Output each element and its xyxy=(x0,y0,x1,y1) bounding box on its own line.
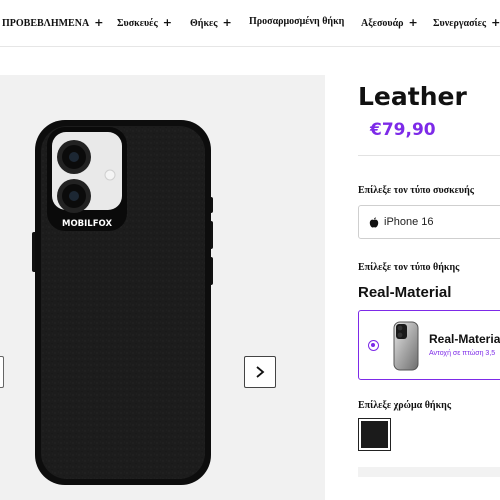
case-type-label: Επίλεξε τον τύπο θήκης xyxy=(358,262,460,273)
nav-item-label: Συσκευές xyxy=(117,18,158,29)
nav-item-accessories[interactable]: Αξεσουάρ + xyxy=(361,16,418,29)
nav-item-collaborations[interactable]: Συνεργασίες + xyxy=(433,16,500,29)
divider xyxy=(358,155,500,156)
gallery-next-button[interactable] xyxy=(244,356,276,388)
color-label: Επίλεξε χρώμα θήκης xyxy=(358,400,452,411)
nav-item-devices[interactable]: Συσκευές + xyxy=(117,16,172,29)
chevron-right-icon xyxy=(256,366,265,378)
top-navigation: ΠΡΟΒΕΒΛΗΜΕΝΑ + Συσκευές + Θήκες + Προσαρμοσ… xyxy=(0,0,500,47)
nav-item-label: Προσαρμοσμένη θήκη xyxy=(249,16,345,27)
plus-icon[interactable]: + xyxy=(223,16,232,29)
nav-item-cases[interactable]: Θήκες + xyxy=(190,16,232,29)
device-select[interactable]: iPhone 16 xyxy=(358,205,500,239)
plus-icon[interactable]: + xyxy=(163,16,172,29)
radio-selected[interactable] xyxy=(368,340,379,351)
plus-icon[interactable]: + xyxy=(94,16,103,29)
device-select-value: iPhone 16 xyxy=(384,216,434,228)
case-thumbnail-image xyxy=(393,321,419,371)
product-price: €79,90 xyxy=(370,120,436,140)
color-swatch-black[interactable] xyxy=(358,418,391,451)
case-option-real-material[interactable]: Real-Material Αντοχή σε πτώση 3,5 xyxy=(358,310,500,380)
brand-logo-text: MOBILFOX xyxy=(62,219,112,229)
nav-item-label: Θήκες xyxy=(190,18,218,29)
color-swatch-fill xyxy=(361,421,388,448)
case-option-name: Real-Material xyxy=(429,332,500,346)
gallery-prev-button[interactable] xyxy=(0,356,4,388)
nav-item-label: Αξεσουάρ xyxy=(361,18,404,29)
product-image: MOBILFOX xyxy=(32,120,213,485)
product-title: Leather xyxy=(358,82,467,111)
plus-icon[interactable]: + xyxy=(491,16,500,29)
nav-item-label: Συνεργασίες xyxy=(433,18,487,29)
apple-icon xyxy=(369,216,379,227)
nav-item-custom-case[interactable]: Προσαρμοσμένη θήκη xyxy=(249,16,344,27)
chevron-left-icon xyxy=(0,357,1,385)
case-option-subtitle: Αντοχή σε πτώση 3,5 xyxy=(429,350,496,357)
case-type-selected: Real-Material xyxy=(358,284,452,301)
plus-icon[interactable]: + xyxy=(409,16,418,29)
device-label: Επίλεξε τον τύπο συσκευής xyxy=(358,185,475,196)
bottom-panel xyxy=(358,467,500,477)
product-gallery: MOBILFOX xyxy=(0,75,325,500)
nav-item-label: ΠΡΟΒΕΒΛΗΜΕΝΑ xyxy=(2,18,90,29)
nav-item-featured[interactable]: ΠΡΟΒΕΒΛΗΜΕΝΑ + xyxy=(2,16,103,29)
